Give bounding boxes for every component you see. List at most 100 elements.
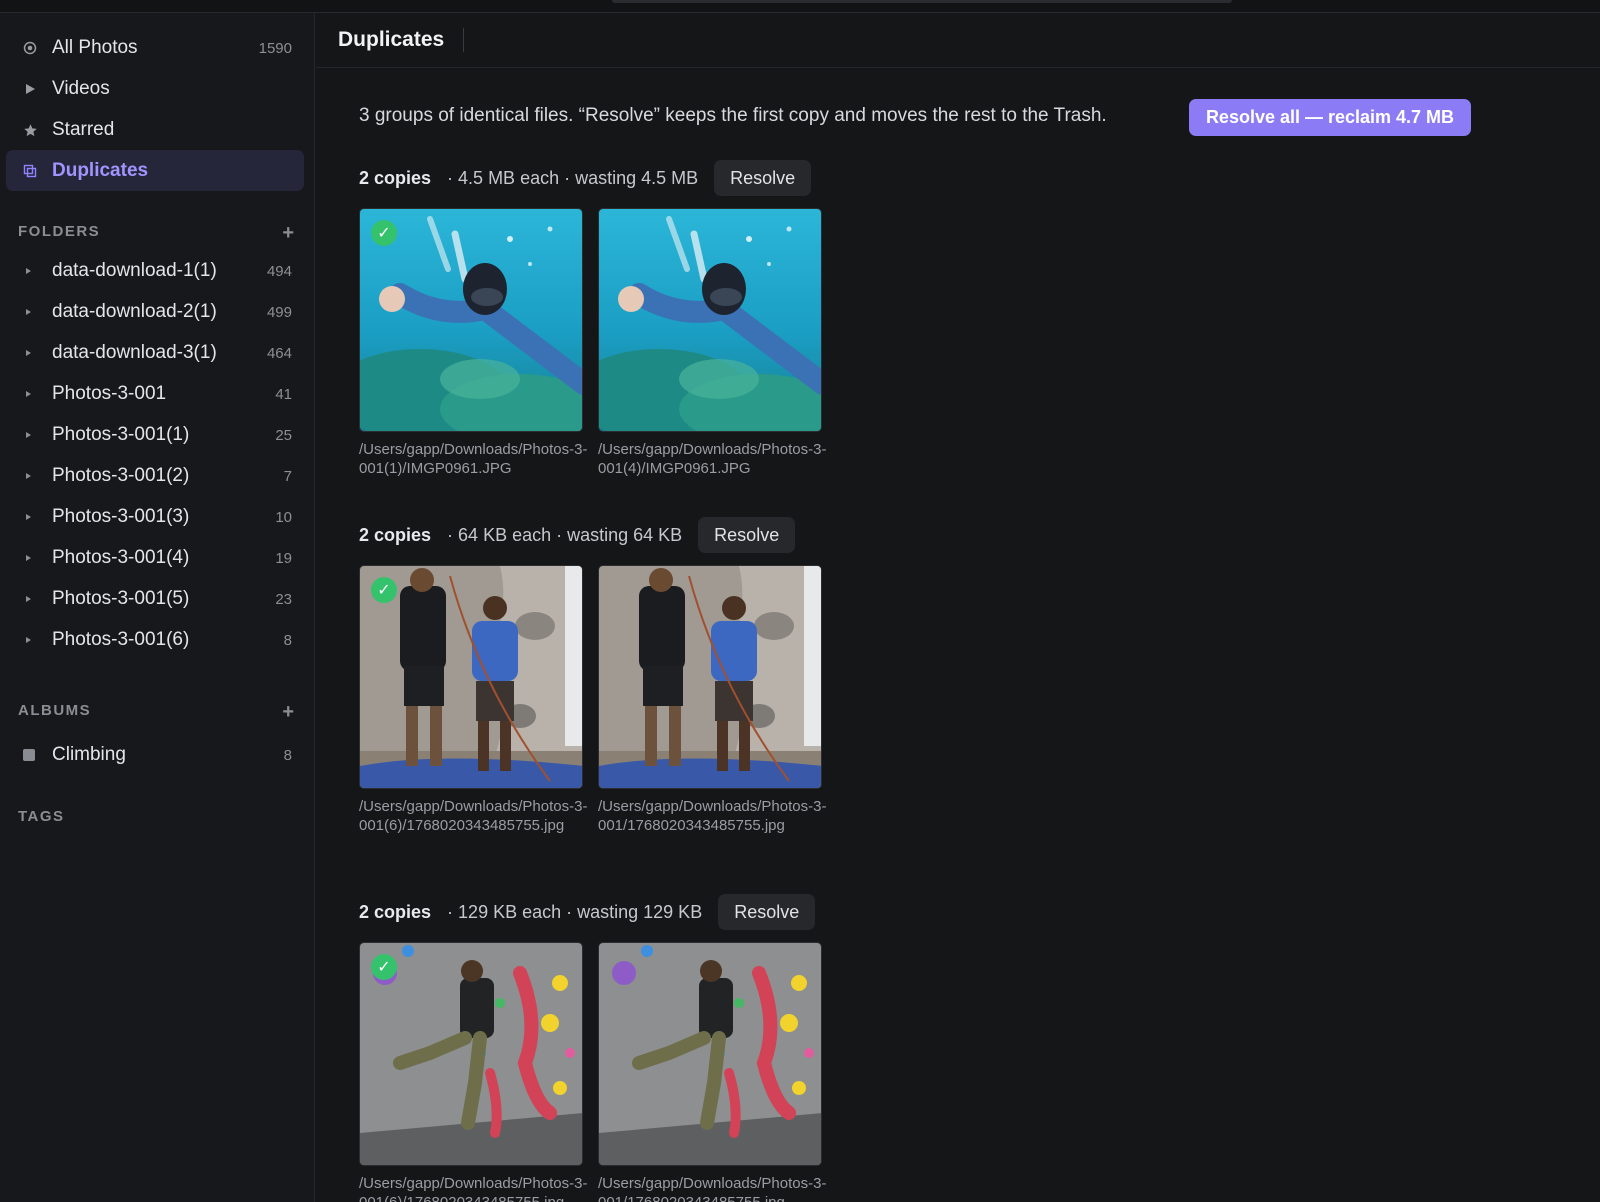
- folder-count: 464: [266, 345, 292, 362]
- folder-label: data-download-1(1): [52, 260, 217, 281]
- file-path: /Users/gapp/Downloads/Photos-3-001(1)/IM…: [359, 441, 588, 477]
- duplicate-photo-thumbnail[interactable]: [598, 565, 822, 789]
- group-copies-count: 2 copies: [359, 167, 432, 188]
- group-size-info: · 129 KB each · wasting 129 KB: [447, 901, 703, 922]
- folder-count: 499: [266, 304, 292, 321]
- group-copies-count: 2 copies: [359, 901, 432, 922]
- chevron-right-icon[interactable]: [26, 596, 31, 602]
- folder-item[interactable]: Photos-3-001 41: [6, 374, 304, 415]
- keep-check-icon: ✓: [371, 220, 397, 246]
- folder-count: 25: [275, 427, 292, 444]
- folder-label: Photos-3-001(3): [52, 506, 190, 527]
- folder-item[interactable]: data-download-3(1) 464: [6, 333, 304, 374]
- folder-item[interactable]: Photos-3-001(2) 7: [6, 456, 304, 497]
- folder-item[interactable]: Photos-3-001(3) 10: [6, 497, 304, 538]
- nav-duplicates[interactable]: Duplicates: [6, 150, 304, 191]
- resolve-all-button[interactable]: Resolve all — reclaim 4.7 MB: [1189, 99, 1471, 136]
- duplicate-photo-thumbnail[interactable]: [598, 208, 822, 432]
- resolve-group-button[interactable]: Resolve: [718, 894, 816, 930]
- tags-title: TAGS: [18, 808, 65, 825]
- folders-title: FOLDERS: [18, 223, 101, 240]
- add-folder-icon[interactable]: +: [282, 222, 294, 245]
- chevron-right-icon[interactable]: [26, 309, 31, 315]
- nav-label: Starred: [52, 119, 115, 140]
- duplicate-group-header: 2 copies · 64 KB each · wasting 64 KB Reso…: [359, 517, 796, 553]
- chevron-right-icon[interactable]: [26, 268, 31, 274]
- album-count: 8: [283, 747, 292, 764]
- duplicate-group-header: 2 copies · 4.5 MB each · wasting 4.5 MB Re…: [359, 160, 812, 196]
- folder-item[interactable]: Photos-3-001(5) 23: [6, 579, 304, 620]
- folder-count: 23: [275, 591, 292, 608]
- file-path: /Users/gapp/Downloads/Photos-3-001(6)/17…: [359, 798, 588, 834]
- nav-videos[interactable]: Videos: [6, 68, 304, 109]
- folder-item[interactable]: Photos-3-001(1) 25: [6, 415, 304, 456]
- folder-count: 10: [275, 509, 292, 526]
- page-title: Duplicates: [338, 28, 445, 51]
- sidebar: All Photos 1590 Videos Starred Duplicate…: [0, 13, 315, 1202]
- folder-count: 8: [283, 632, 292, 649]
- album-icon: [23, 749, 35, 761]
- nav-all-photos[interactable]: All Photos 1590: [6, 27, 304, 68]
- folder-label: Photos-3-001(6): [52, 629, 190, 650]
- albums-section-header: ALBUMS +: [18, 701, 294, 724]
- search-field-edge[interactable]: [612, 0, 1232, 3]
- main-content: Duplicates 3 groups of identical files. …: [316, 13, 1600, 1202]
- folder-item[interactable]: data-download-1(1) 494: [6, 251, 304, 292]
- albums-title: ALBUMS: [18, 702, 92, 719]
- chevron-right-icon[interactable]: [26, 637, 31, 643]
- window-top-bar: [0, 0, 1600, 13]
- chevron-right-icon[interactable]: [26, 555, 31, 561]
- group-size-info: · 64 KB each · wasting 64 KB: [447, 524, 683, 545]
- folder-label: Photos-3-001(2): [52, 465, 190, 486]
- file-path: /Users/gapp/Downloads/Photos-3-001(6)/17…: [359, 1175, 588, 1202]
- group-size-info: · 4.5 MB each · wasting 4.5 MB: [447, 167, 699, 188]
- chevron-right-icon[interactable]: [26, 350, 31, 356]
- duplicates-icon: [22, 163, 38, 179]
- folder-label: Photos-3-001(1): [52, 424, 190, 445]
- folder-item[interactable]: Photos-3-001(4) 19: [6, 538, 304, 579]
- nav-label: Videos: [52, 78, 110, 99]
- folder-count: 7: [283, 468, 292, 485]
- kept-photo-thumbnail[interactable]: ✓: [359, 208, 583, 432]
- chevron-right-icon[interactable]: [26, 432, 31, 438]
- folder-label: Photos-3-001(5): [52, 588, 190, 609]
- add-album-icon[interactable]: +: [282, 701, 294, 724]
- folders-section-header: FOLDERS +: [18, 222, 294, 245]
- kept-photo-thumbnail[interactable]: ✓: [359, 942, 583, 1166]
- nav-label: All Photos: [52, 37, 138, 58]
- file-path: /Users/gapp/Downloads/Photos-3-001(4)/IM…: [598, 441, 827, 477]
- chevron-right-icon[interactable]: [26, 473, 31, 479]
- chevron-right-icon[interactable]: [26, 391, 31, 397]
- chevron-right-icon[interactable]: [26, 514, 31, 520]
- nav-count: 1590: [258, 40, 292, 57]
- play-icon: [22, 81, 38, 97]
- folder-label: data-download-3(1): [52, 342, 217, 363]
- folder-label: Photos-3-001(4): [52, 547, 190, 568]
- folder-count: 494: [266, 263, 292, 280]
- main-header: Duplicates: [316, 13, 1600, 68]
- kept-photo-thumbnail[interactable]: ✓: [359, 565, 583, 789]
- nav-label: Duplicates: [52, 160, 149, 181]
- file-path: /Users/gapp/Downloads/Photos-3-001/17680…: [598, 1175, 827, 1202]
- resolve-group-button[interactable]: Resolve: [714, 160, 812, 196]
- folder-count: 19: [275, 550, 292, 567]
- folder-count: 41: [275, 386, 292, 403]
- duplicate-group-header: 2 copies · 129 KB each · wasting 129 KB Re…: [359, 894, 816, 930]
- file-path: /Users/gapp/Downloads/Photos-3-001/17680…: [598, 798, 827, 834]
- header-divider: [463, 28, 464, 52]
- keep-check-icon: ✓: [371, 954, 397, 980]
- folder-label: Photos-3-001: [52, 383, 167, 404]
- resolve-group-button[interactable]: Resolve: [698, 517, 796, 553]
- folder-label: data-download-2(1): [52, 301, 217, 322]
- all-photos-icon: [22, 40, 38, 56]
- album-item-climbing[interactable]: Climbing 8: [6, 735, 304, 776]
- star-icon: [22, 122, 38, 138]
- duplicate-photo-thumbnail[interactable]: [598, 942, 822, 1166]
- group-copies-count: 2 copies: [359, 524, 432, 545]
- duplicates-info-text: 3 groups of identical files. “Resolve” k…: [359, 105, 1107, 126]
- album-label: Climbing: [52, 744, 126, 765]
- keep-check-icon: ✓: [371, 577, 397, 603]
- folder-item[interactable]: Photos-3-001(6) 8: [6, 620, 304, 661]
- nav-starred[interactable]: Starred: [6, 109, 304, 150]
- folder-item[interactable]: data-download-2(1) 499: [6, 292, 304, 333]
